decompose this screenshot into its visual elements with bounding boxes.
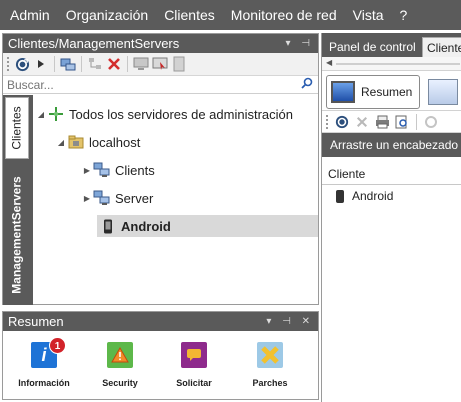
tree-node-label: Server <box>115 190 154 206</box>
expand-arrow-icon[interactable]: ▶ <box>81 194 93 203</box>
tile-label: Información <box>18 378 70 388</box>
preview-icon[interactable] <box>394 114 410 130</box>
tree-node-clients[interactable]: ▶ Clients <box>81 159 155 181</box>
android-device-icon <box>99 218 117 234</box>
tile-informacion[interactable]: i 1 Información <box>9 337 79 388</box>
details-toolbar <box>322 111 461 133</box>
toolbar-separator <box>81 56 82 72</box>
tab-clientes[interactable]: Clientes <box>5 97 29 159</box>
tree-node-server[interactable]: ▶ Server <box>81 187 153 209</box>
summary-title-bar: Resumen ▾ ⊣ ✕ <box>3 312 318 331</box>
play-icon[interactable] <box>33 56 49 72</box>
menu-vista[interactable]: Vista <box>345 0 392 30</box>
window-view-icon[interactable] <box>428 79 458 105</box>
collapse-arrow-icon[interactable]: ◢ <box>55 138 67 147</box>
summary-title: Resumen <box>8 314 64 329</box>
menu-clientes[interactable]: Clientes <box>156 0 223 30</box>
scroll-track[interactable] <box>336 63 460 65</box>
tree-node-localhost[interactable]: ◢ localhost <box>55 131 140 153</box>
details-tab-strip: Panel de control Cliente <box>322 33 461 57</box>
menu-bar: Admin Organización Clientes Monitoreo de… <box>0 0 461 30</box>
tree-node-label: localhost <box>89 134 141 150</box>
menu-monitoreo-de-red[interactable]: Monitoreo de red <box>223 0 345 30</box>
tab-cliente[interactable]: Cliente <box>422 37 461 57</box>
computer-group-icon <box>93 162 111 178</box>
summary-title-controls[interactable]: ▾ ⊣ ✕ <box>266 312 314 331</box>
export-icon[interactable] <box>171 56 187 72</box>
panel-title-bar: Clientes/ManagementServers ▾ ⊣ <box>3 34 318 53</box>
vertical-tabs: Clientes ManagementServers <box>3 95 33 305</box>
tree-node-label: Todos los servidores de administración <box>69 106 293 122</box>
group-by-drag-area[interactable]: Arrastre un encabezado <box>322 133 461 157</box>
computer-icon[interactable] <box>133 56 149 72</box>
clients-panel: Clientes/ManagementServers ▾ ⊣ Buscar...… <box>2 33 319 305</box>
tile-solicitar[interactable]: Solicitar <box>159 342 229 388</box>
search-input[interactable] <box>3 76 293 93</box>
toolbar-separator <box>127 56 128 72</box>
resumen-view-button[interactable]: Resumen <box>326 75 420 109</box>
tab-managementservers-label: ManagementServers <box>10 176 25 294</box>
computer-group-icon <box>93 190 111 206</box>
refresh-icon[interactable] <box>14 56 30 72</box>
servers-root-icon <box>47 106 65 122</box>
toolbar-grip[interactable] <box>7 57 9 71</box>
delete-icon[interactable] <box>106 56 122 72</box>
add-server-icon[interactable] <box>60 56 76 72</box>
tile-label: Solicitar <box>176 378 212 388</box>
notification-badge: 1 <box>49 337 66 354</box>
toolbar-separator <box>54 56 55 72</box>
refresh-icon[interactable] <box>334 114 350 130</box>
tree-node-label: Clients <box>115 162 155 178</box>
server-tree: ◢ Todos los servidores de administración… <box>35 96 318 304</box>
view-selector: Resumen <box>322 71 461 111</box>
chat-request-icon <box>181 342 207 368</box>
tab-panel-de-control[interactable]: Panel de control <box>325 37 420 57</box>
tree-node-label: Android <box>121 218 171 234</box>
scroll-left-icon[interactable]: ◀ <box>326 58 332 67</box>
network-icon[interactable] <box>87 56 103 72</box>
panel-title: Clientes/ManagementServers <box>8 36 180 51</box>
toolbar-grip[interactable] <box>326 114 328 129</box>
tab-managementservers[interactable]: ManagementServers <box>5 165 29 305</box>
column-header-cliente[interactable]: Cliente <box>322 163 461 185</box>
server-folder-icon <box>67 134 85 150</box>
clients-toolbar <box>3 53 318 76</box>
monitor-icon <box>331 81 355 103</box>
resumen-view-label: Resumen <box>361 85 413 99</box>
android-device-icon <box>336 189 344 203</box>
tile-label: Security <box>102 378 138 388</box>
security-warning-icon <box>107 342 133 368</box>
table-cell-cliente: Android <box>352 189 394 203</box>
delete-icon[interactable] <box>354 114 370 130</box>
menu-organizacion[interactable]: Organización <box>58 0 157 30</box>
expand-arrow-icon[interactable]: ▶ <box>81 166 93 175</box>
table-row[interactable]: Android <box>322 185 461 207</box>
tab-scroller[interactable]: ◀ <box>322 57 461 71</box>
tree-node-android[interactable]: Android <box>97 215 318 237</box>
tile-label: Parches <box>252 378 288 388</box>
remote-connect-icon[interactable] <box>152 56 168 72</box>
search-icon[interactable] <box>301 77 313 92</box>
collapse-arrow-icon[interactable]: ◢ <box>35 110 47 119</box>
search-row <box>3 76 318 94</box>
panel-title-controls[interactable]: ▾ ⊣ <box>285 34 314 53</box>
menu-help[interactable]: ? <box>392 0 416 30</box>
tab-clientes-label: Clientes <box>10 106 25 150</box>
tile-parches[interactable]: Parches <box>235 342 305 388</box>
details-panel: Panel de control Cliente ◀ Resumen Arras… <box>321 33 461 402</box>
toolbar-separator <box>416 113 417 130</box>
settings-icon[interactable] <box>423 114 439 130</box>
print-icon[interactable] <box>374 114 390 130</box>
tree-node-all-servers[interactable]: ◢ Todos los servidores de administración <box>35 103 293 125</box>
patch-icon <box>257 342 283 368</box>
summary-panel: Resumen ▾ ⊣ ✕ i 1 Información Security S… <box>2 311 319 400</box>
tile-security[interactable]: Security <box>85 342 155 388</box>
menu-admin[interactable]: Admin <box>0 0 58 30</box>
